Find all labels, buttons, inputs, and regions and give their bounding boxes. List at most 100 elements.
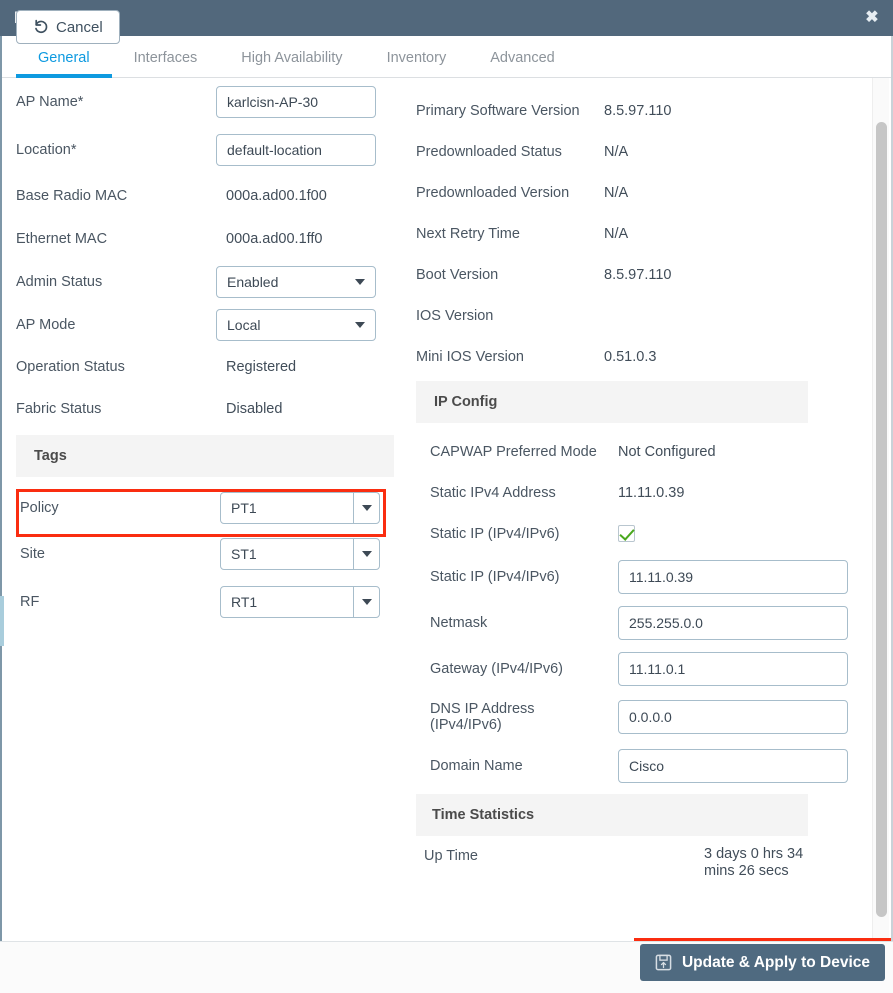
ap-mode-value: Local xyxy=(227,316,261,333)
domain-name-input[interactable] xyxy=(618,749,848,783)
field-location: Location* xyxy=(16,126,394,174)
field-static-ipv4-address: Static IPv4 Address 11.11.0.39 xyxy=(416,472,856,513)
field-policy-tag: Policy PT1 xyxy=(16,486,394,530)
field-static-ip: Static IP (IPv4/IPv6) xyxy=(416,554,856,600)
tab-bar: General Interfaces High Availability Inv… xyxy=(2,36,891,78)
undo-arrow-icon xyxy=(33,19,49,35)
admin-status-select[interactable]: Enabled xyxy=(216,265,376,298)
policy-tag-value: PT1 xyxy=(231,500,257,516)
field-ios-version: IOS Version xyxy=(416,295,856,336)
dns-ip-address-input[interactable] xyxy=(618,700,848,734)
field-base-radio-mac: Base Radio MAC 000a.ad00.1f00 xyxy=(16,174,394,217)
dns-ip-address-label-line1: DNS IP Address xyxy=(430,701,535,717)
section-header-time-statistics: Time Statistics xyxy=(416,794,808,836)
netmask-input[interactable] xyxy=(618,606,848,640)
left-column: AP Name* Location* Base Radio MAC 000a.a… xyxy=(16,78,394,626)
section-header-ip-config: IP Config xyxy=(416,381,808,423)
mini-ios-version-value: 0.51.0.3 xyxy=(604,348,657,365)
tab-high-availability[interactable]: High Availability xyxy=(219,50,364,77)
field-operation-status: Operation Status Registered xyxy=(16,346,394,388)
tab-interfaces[interactable]: Interfaces xyxy=(112,50,220,77)
field-mini-ios-version: Mini IOS Version 0.51.0.3 xyxy=(416,336,856,377)
rf-tag-label: RF xyxy=(20,594,40,610)
rf-tag-dropdown[interactable]: RT1 xyxy=(220,586,380,618)
field-rf-tag: RF RT1 xyxy=(16,578,394,626)
dialog-frame: General Interfaces High Availability Inv… xyxy=(0,36,893,941)
boot-version-value: 8.5.97.110 xyxy=(604,266,672,283)
chevron-down-icon xyxy=(361,505,372,511)
static-ip-checkbox-label: Static IP (IPv4/IPv6) xyxy=(430,525,560,542)
next-retry-time-label: Next Retry Time xyxy=(416,225,520,242)
chevron-down-icon xyxy=(361,599,372,605)
chevron-down-icon xyxy=(361,551,372,557)
ap-mode-label: AP Mode xyxy=(16,316,76,333)
static-ip-checkbox[interactable] xyxy=(618,525,635,542)
gateway-input[interactable] xyxy=(618,652,848,686)
tab-inventory[interactable]: Inventory xyxy=(365,50,469,77)
domain-name-label: Domain Name xyxy=(430,758,523,774)
rf-tag-dropdown-toggle[interactable] xyxy=(353,587,379,617)
primary-software-version-label: Primary Software Version xyxy=(416,102,580,119)
policy-tag-dropdown[interactable]: PT1 xyxy=(220,492,380,524)
up-time-value: 3 days 0 hrs 34 mins 26 secs xyxy=(612,846,803,880)
tab-general[interactable]: General xyxy=(16,50,112,78)
static-ipv4-address-value: 11.11.0.39 xyxy=(618,484,685,501)
ethernet-mac-value: 000a.ad00.1ff0 xyxy=(226,230,323,247)
capwap-preferred-mode-value: Not Configured xyxy=(618,443,716,460)
field-admin-status: Admin Status Enabled xyxy=(16,260,394,303)
cancel-button[interactable]: Cancel xyxy=(16,10,120,44)
close-icon[interactable]: ✖ xyxy=(861,7,883,29)
dialog-titlebar: Edit AP ✖ xyxy=(0,0,893,36)
mini-ios-version-label: Mini IOS Version xyxy=(416,348,524,365)
ethernet-mac-label: Ethernet MAC xyxy=(16,230,108,247)
field-capwap-preferred-mode: CAPWAP Preferred Mode Not Configured xyxy=(416,431,856,472)
dns-ip-address-label-line2: (IPv4/IPv6) xyxy=(430,717,502,733)
up-time-value-line2: mins 26 secs xyxy=(704,863,789,879)
site-tag-value: ST1 xyxy=(231,546,257,562)
rf-tag-value: RT1 xyxy=(231,594,258,610)
ios-version-label: IOS Version xyxy=(416,307,494,324)
policy-tag-dropdown-toggle[interactable] xyxy=(353,493,379,523)
predownloaded-version-label: Predownloaded Version xyxy=(416,184,570,201)
chevron-down-icon xyxy=(355,321,365,328)
site-tag-label: Site xyxy=(20,546,45,562)
policy-tag-label: Policy xyxy=(20,500,59,516)
field-gateway: Gateway (IPv4/IPv6) xyxy=(416,646,856,692)
field-ap-mode: AP Mode Local xyxy=(16,303,394,346)
operation-status-value: Registered xyxy=(226,359,297,375)
gateway-label: Gateway (IPv4/IPv6) xyxy=(430,661,563,677)
next-retry-time-value: N/A xyxy=(604,225,629,242)
operation-status-label: Operation Status xyxy=(16,359,125,375)
ap-name-input[interactable] xyxy=(216,86,376,118)
up-time-value-line1: 3 days 0 hrs 34 xyxy=(704,846,804,862)
location-input[interactable] xyxy=(216,134,376,166)
ap-name-label: AP Name* xyxy=(16,94,84,110)
static-ip-input[interactable] xyxy=(618,560,848,594)
general-tab-content: AP Name* Location* Base Radio MAC 000a.a… xyxy=(2,78,891,941)
fabric-status-value: Disabled xyxy=(226,401,283,417)
field-domain-name: Domain Name xyxy=(416,742,856,790)
predownloaded-version-value: N/A xyxy=(604,184,629,201)
tab-advanced[interactable]: Advanced xyxy=(468,50,577,77)
field-next-retry-time: Next Retry Time N/A xyxy=(416,213,856,254)
fabric-status-label: Fabric Status xyxy=(16,401,102,417)
field-dns-ip-address: DNS IP Address (IPv4/IPv6) xyxy=(416,692,856,742)
capwap-preferred-mode-label: CAPWAP Preferred Mode xyxy=(430,443,597,460)
site-tag-dropdown-toggle[interactable] xyxy=(353,539,379,569)
netmask-label: Netmask xyxy=(430,615,488,631)
up-time-label: Up Time xyxy=(424,848,478,864)
site-tag-dropdown[interactable]: ST1 xyxy=(220,538,380,570)
admin-status-value: Enabled xyxy=(227,273,279,290)
field-boot-version: Boot Version 8.5.97.110 xyxy=(416,254,856,295)
field-site-tag: Site ST1 xyxy=(16,530,394,578)
field-primary-software-version: Primary Software Version 8.5.97.110 xyxy=(416,90,856,131)
vertical-scrollbar-thumb[interactable] xyxy=(876,122,887,917)
static-ip-label: Static IP (IPv4/IPv6) xyxy=(430,569,560,585)
edit-ap-dialog: Edit AP ✖ General Interfaces High Availa… xyxy=(0,0,893,993)
ap-mode-select[interactable]: Local xyxy=(216,308,376,341)
update-and-apply-button[interactable]: Update & Apply to Device xyxy=(640,944,885,981)
primary-software-version-value: 8.5.97.110 xyxy=(604,102,672,119)
base-radio-mac-value: 000a.ad00.1f00 xyxy=(226,187,327,204)
vertical-scrollbar-track[interactable] xyxy=(872,78,889,941)
chevron-down-icon xyxy=(355,278,365,285)
